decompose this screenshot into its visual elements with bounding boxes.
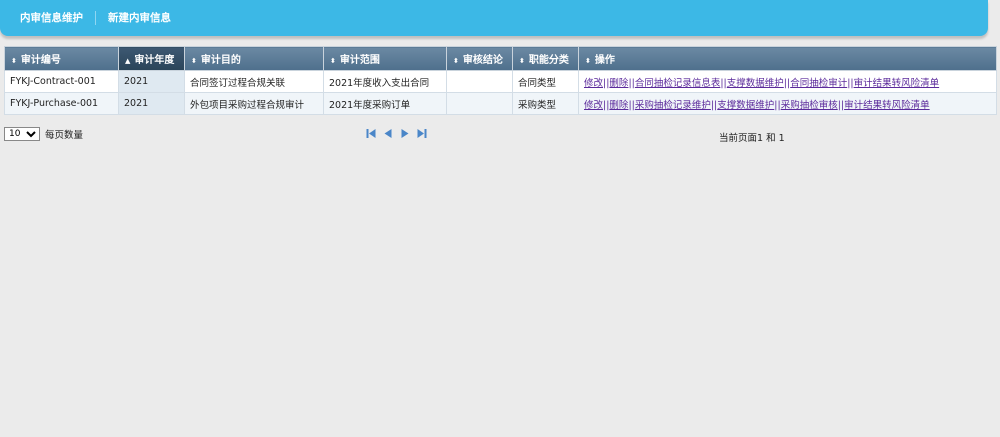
- next-page-icon[interactable]: [400, 128, 410, 139]
- sort-icon: ⬍: [453, 57, 459, 65]
- previous-page-icon[interactable]: [383, 128, 393, 139]
- column-header-audit-id[interactable]: ⬍ 审计编号: [4, 46, 119, 71]
- cell-operations: 修改||删除||合同抽检记录信息表||支撑数据维护||合同抽检审计||审计结果转…: [578, 70, 997, 93]
- delete-link[interactable]: 删除: [609, 100, 628, 111]
- edit-link[interactable]: 修改: [584, 78, 603, 89]
- purchase-check-review-link[interactable]: 采购抽检审核: [781, 100, 838, 111]
- purchase-check-record-link[interactable]: 采购抽检记录维护: [635, 100, 711, 111]
- last-page-icon[interactable]: [417, 128, 427, 139]
- sort-icon: ⬍: [330, 57, 336, 65]
- delete-link[interactable]: 删除: [609, 78, 628, 89]
- cell-audit-purpose: 外包项目采购过程合规审计: [184, 92, 324, 115]
- contract-check-audit-link[interactable]: 合同抽检审计: [790, 78, 847, 89]
- cell-audit-conclusion: [446, 92, 513, 115]
- table-row: FYKJ-Purchase-001 2021 外包项目采购过程合规审计 2021…: [4, 92, 997, 115]
- to-risk-list-link[interactable]: 审计结果转风险清单: [854, 78, 940, 89]
- cell-audit-scope: 2021年度收入支出合同: [323, 70, 447, 93]
- table-header-row: ⬍ 审计编号 ▲ 审计年度 ⬍ 审计目的 ⬍ 审计范围 ⬍ 审核结论 ⬍ 职能分类 ⬍ 操作: [4, 46, 997, 71]
- page-size-select[interactable]: 10: [4, 127, 40, 141]
- page-size-control: 10 每页数量: [4, 127, 83, 141]
- cell-audit-id: FYKJ-Purchase-001: [4, 92, 119, 115]
- to-risk-list-link[interactable]: 审计结果转风险清单: [844, 100, 930, 111]
- column-header-audit-purpose[interactable]: ⬍ 审计目的: [184, 46, 324, 71]
- edit-link[interactable]: 修改: [584, 100, 603, 111]
- audit-table: ⬍ 审计编号 ▲ 审计年度 ⬍ 审计目的 ⬍ 审计范围 ⬍ 审核结论 ⬍ 职能分类 ⬍ 操作 …: [4, 46, 997, 115]
- column-header-operations[interactable]: ⬍ 操作: [578, 46, 997, 71]
- column-header-function-category[interactable]: ⬍ 职能分类: [512, 46, 579, 71]
- sort-ascending-icon: ▲: [125, 57, 131, 65]
- tab-new-internal-audit[interactable]: 新建内审信息: [96, 11, 183, 25]
- cell-audit-year: 2021: [118, 70, 185, 93]
- cell-audit-purpose: 合同签订过程合规关联: [184, 70, 324, 93]
- cell-audit-scope: 2021年度采购订单: [323, 92, 447, 115]
- cell-audit-year: 2021: [118, 92, 185, 115]
- first-page-icon[interactable]: [366, 128, 376, 139]
- support-data-link[interactable]: 支撑数据维护: [727, 78, 784, 89]
- tab-internal-audit-maintenance[interactable]: 内审信息维护: [0, 11, 95, 25]
- sort-icon: ⬍: [519, 57, 525, 65]
- pagination-nav: [366, 128, 427, 139]
- page-size-label: 每页数量: [45, 130, 84, 141]
- top-nav-bar: 内审信息维护 新建内审信息: [0, 0, 988, 36]
- cell-function-category: 采购类型: [512, 92, 579, 115]
- cell-operations: 修改||删除||采购抽检记录维护||支撑数据维护||采购抽检审核||审计结果转风…: [578, 92, 997, 115]
- page-info-text: 当前页面1 和 1: [719, 133, 785, 144]
- sort-icon: ⬍: [11, 57, 17, 65]
- cell-function-category: 合同类型: [512, 70, 579, 93]
- sort-icon: ⬍: [191, 57, 197, 65]
- column-header-audit-year[interactable]: ▲ 审计年度: [118, 46, 185, 71]
- contract-check-record-link[interactable]: 合同抽检记录信息表: [635, 78, 721, 89]
- sort-icon: ⬍: [585, 57, 591, 65]
- column-header-audit-scope[interactable]: ⬍ 审计范围: [323, 46, 447, 71]
- table-row: FYKJ-Contract-001 2021 合同签订过程合规关联 2021年度…: [4, 70, 997, 93]
- column-header-audit-conclusion[interactable]: ⬍ 审核结论: [446, 46, 513, 71]
- cell-audit-id: FYKJ-Contract-001: [4, 70, 119, 93]
- support-data-link[interactable]: 支撑数据维护: [717, 100, 774, 111]
- cell-audit-conclusion: [446, 70, 513, 93]
